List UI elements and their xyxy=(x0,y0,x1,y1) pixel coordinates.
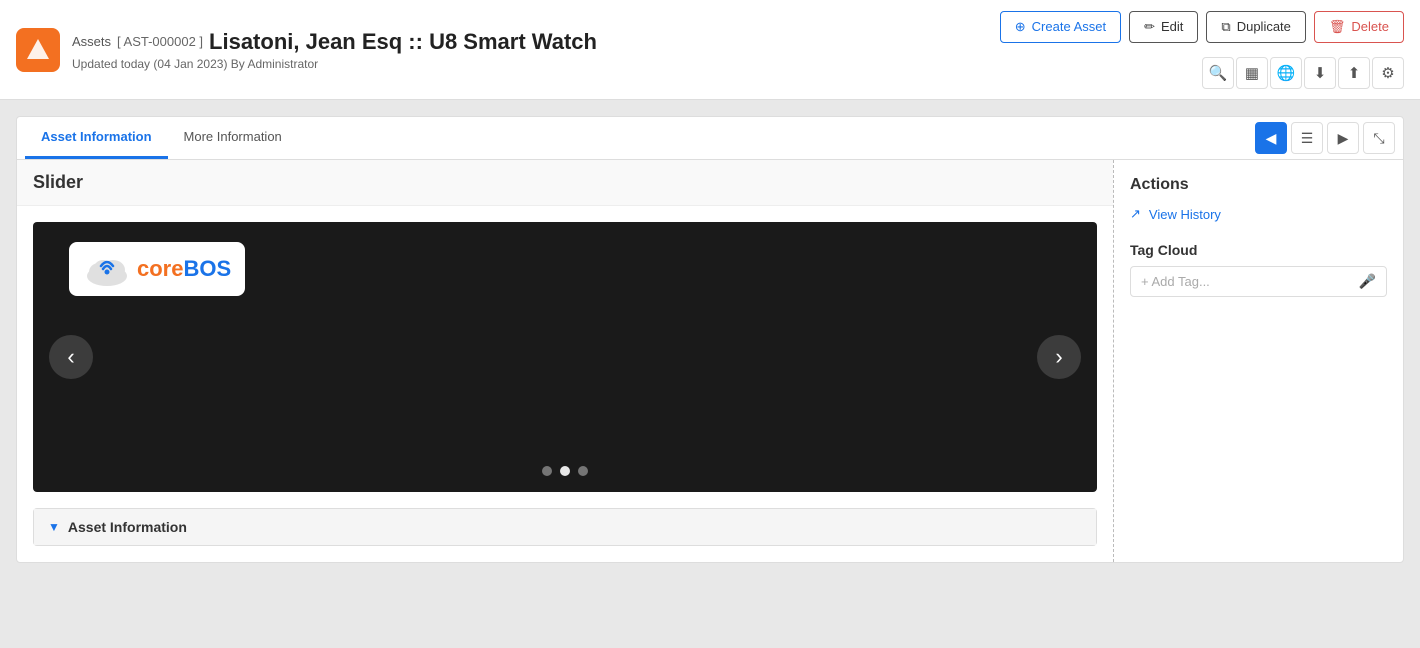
add-tag-placeholder: + Add Tag... xyxy=(1141,274,1353,289)
content-area: Slider xyxy=(17,160,1403,562)
mic-icon: 🎤 xyxy=(1359,273,1376,290)
slider-wrapper: coreBOS ‹ › xyxy=(33,222,1097,492)
grid-icon: ▦ xyxy=(1245,64,1259,82)
breadcrumb-label: Assets xyxy=(72,34,111,49)
content-sidebar: Actions ↗ View History Tag Cloud + Add T… xyxy=(1113,160,1403,562)
trash-icon: 🗑 xyxy=(1329,19,1346,35)
slider-logo: coreBOS xyxy=(69,242,245,296)
slider-next-button[interactable]: › xyxy=(1037,335,1081,379)
header-left: Assets [ AST-000002 ] Lisatoni, Jean Esq… xyxy=(16,28,597,72)
main-content: Asset Information More Information ◀ ☰ ▶… xyxy=(0,100,1420,648)
duplicate-icon: ⧉ xyxy=(1221,19,1230,35)
asset-info-section: ▼ Asset Information xyxy=(33,508,1097,546)
grid-button[interactable]: ▦ xyxy=(1236,57,1268,89)
tabs-container: Asset Information More Information ◀ ☰ ▶… xyxy=(17,117,1403,160)
download-button[interactable]: ⬇ xyxy=(1304,57,1336,89)
globe-button[interactable]: 🌐 xyxy=(1270,57,1302,89)
create-asset-button[interactable]: ⊕ Create Asset xyxy=(1000,11,1121,43)
add-tag-input[interactable]: + Add Tag... 🎤 xyxy=(1130,266,1387,297)
expand-button[interactable]: ⤡ xyxy=(1363,122,1395,154)
content-main: Slider xyxy=(17,160,1113,562)
next-tab-button[interactable]: ▶ xyxy=(1327,122,1359,154)
edit-button[interactable]: ✏ Edit xyxy=(1129,11,1198,43)
tabs: Asset Information More Information xyxy=(25,117,298,159)
upload-button[interactable]: ⬆ xyxy=(1338,57,1370,89)
download-icon: ⬇ xyxy=(1314,64,1327,82)
expand-icon: ⤡ xyxy=(1373,130,1384,147)
upload-icon: ⬆ xyxy=(1348,64,1361,82)
delete-button[interactable]: 🗑 Delete xyxy=(1314,11,1404,43)
gear-icon: ⚙ xyxy=(1381,64,1394,82)
list-tab-button[interactable]: ☰ xyxy=(1291,122,1323,154)
slider-prev-button[interactable]: ‹ xyxy=(49,335,93,379)
tag-cloud-title: Tag Cloud xyxy=(1130,242,1387,258)
plus-icon: ⊕ xyxy=(1015,19,1026,35)
header: Assets [ AST-000002 ] Lisatoni, Jean Esq… xyxy=(0,0,1420,100)
updated-meta: Updated today (04 Jan 2023) By Administr… xyxy=(72,57,597,71)
chevron-right-icon: ▶ xyxy=(1338,130,1349,147)
tab-asset-information[interactable]: Asset Information xyxy=(25,117,168,159)
chevron-left-icon: ◀ xyxy=(1266,130,1277,147)
slider-dots xyxy=(542,466,588,476)
header-actions: ⊕ Create Asset ✏ Edit ⧉ Duplicate 🗑 Dele… xyxy=(1000,11,1404,89)
globe-icon: 🌐 xyxy=(1277,64,1296,82)
search-button[interactable]: 🔍 xyxy=(1202,57,1234,89)
edit-icon: ✏ xyxy=(1144,19,1155,35)
external-link-icon: ↗ xyxy=(1130,206,1141,222)
record-id: [ AST-000002 ] xyxy=(117,34,203,49)
slider-dot-2[interactable] xyxy=(560,466,570,476)
app-icon xyxy=(16,28,60,72)
tab-more-information[interactable]: More Information xyxy=(168,117,298,159)
header-buttons: ⊕ Create Asset ✏ Edit ⧉ Duplicate 🗑 Dele… xyxy=(1000,11,1404,43)
collapse-icon: ▼ xyxy=(48,520,60,534)
actions-title: Actions xyxy=(1130,176,1387,194)
logo-bos-text: BOS xyxy=(183,256,231,282)
record-title: Lisatoni, Jean Esq :: U8 Smart Watch xyxy=(209,29,597,55)
list-icon: ☰ xyxy=(1301,130,1314,147)
breadcrumb-title: Assets [ AST-000002 ] Lisatoni, Jean Esq… xyxy=(72,29,597,71)
corebos-cloud-icon xyxy=(83,250,131,288)
logo-core-text: core xyxy=(137,256,183,282)
slider-dot-1[interactable] xyxy=(542,466,552,476)
duplicate-button[interactable]: ⧉ Duplicate xyxy=(1206,11,1306,43)
main-card: Asset Information More Information ◀ ☰ ▶… xyxy=(16,116,1404,563)
search-icon: 🔍 xyxy=(1209,64,1228,82)
asset-info-header[interactable]: ▼ Asset Information xyxy=(34,509,1096,545)
view-history-link[interactable]: ↗ View History xyxy=(1130,206,1387,222)
icon-toolbar: 🔍 ▦ 🌐 ⬇ ⬆ ⚙ xyxy=(1202,57,1404,89)
tab-controls: ◀ ☰ ▶ ⤡ xyxy=(1255,122,1395,154)
settings-button[interactable]: ⚙ xyxy=(1372,57,1404,89)
slider-dot-3[interactable] xyxy=(578,466,588,476)
asset-info-title: Asset Information xyxy=(68,519,187,535)
prev-tab-button[interactable]: ◀ xyxy=(1255,122,1287,154)
slider-header: Slider xyxy=(17,160,1113,206)
